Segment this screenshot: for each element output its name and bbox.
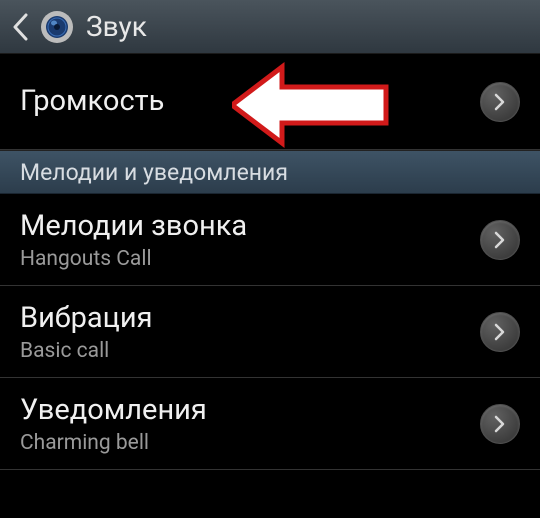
item-subtitle: Hangouts Call xyxy=(20,247,247,271)
chevron-right-icon xyxy=(494,231,506,249)
back-button[interactable] xyxy=(8,9,32,45)
section-header-melodies: Мелодии и уведомления xyxy=(0,150,540,194)
list-item-volume[interactable]: Громкость xyxy=(0,54,540,150)
settings-icon xyxy=(38,8,76,46)
chevron-right-icon xyxy=(494,415,506,433)
item-text: Мелодии звонка Hangouts Call xyxy=(20,208,247,272)
chevron-right-icon xyxy=(494,323,506,341)
list-item-ringtones[interactable]: Мелодии звонка Hangouts Call xyxy=(0,194,540,286)
chevron-right-icon xyxy=(494,93,506,111)
list-item-notifications[interactable]: Уведомления Charming bell xyxy=(0,378,540,470)
chevron-left-icon xyxy=(12,13,28,41)
item-title: Вибрация xyxy=(20,300,153,338)
item-title: Уведомления xyxy=(20,392,207,430)
callout-arrow-icon xyxy=(232,61,392,149)
item-title: Мелодии звонка xyxy=(20,208,247,246)
app-header: Звук xyxy=(0,0,540,54)
chevron-button[interactable] xyxy=(480,312,520,352)
list-item-vibration[interactable]: Вибрация Basic call xyxy=(0,286,540,378)
item-subtitle: Charming bell xyxy=(20,431,207,455)
item-title: Громкость xyxy=(20,83,164,121)
item-subtitle: Basic call xyxy=(20,339,153,363)
chevron-button[interactable] xyxy=(480,220,520,260)
page-title: Звук xyxy=(86,10,147,43)
chevron-button[interactable] xyxy=(480,404,520,444)
item-text: Уведомления Charming bell xyxy=(20,392,207,456)
item-text: Громкость xyxy=(20,83,164,121)
item-text: Вибрация Basic call xyxy=(20,300,153,364)
chevron-button[interactable] xyxy=(480,82,520,122)
